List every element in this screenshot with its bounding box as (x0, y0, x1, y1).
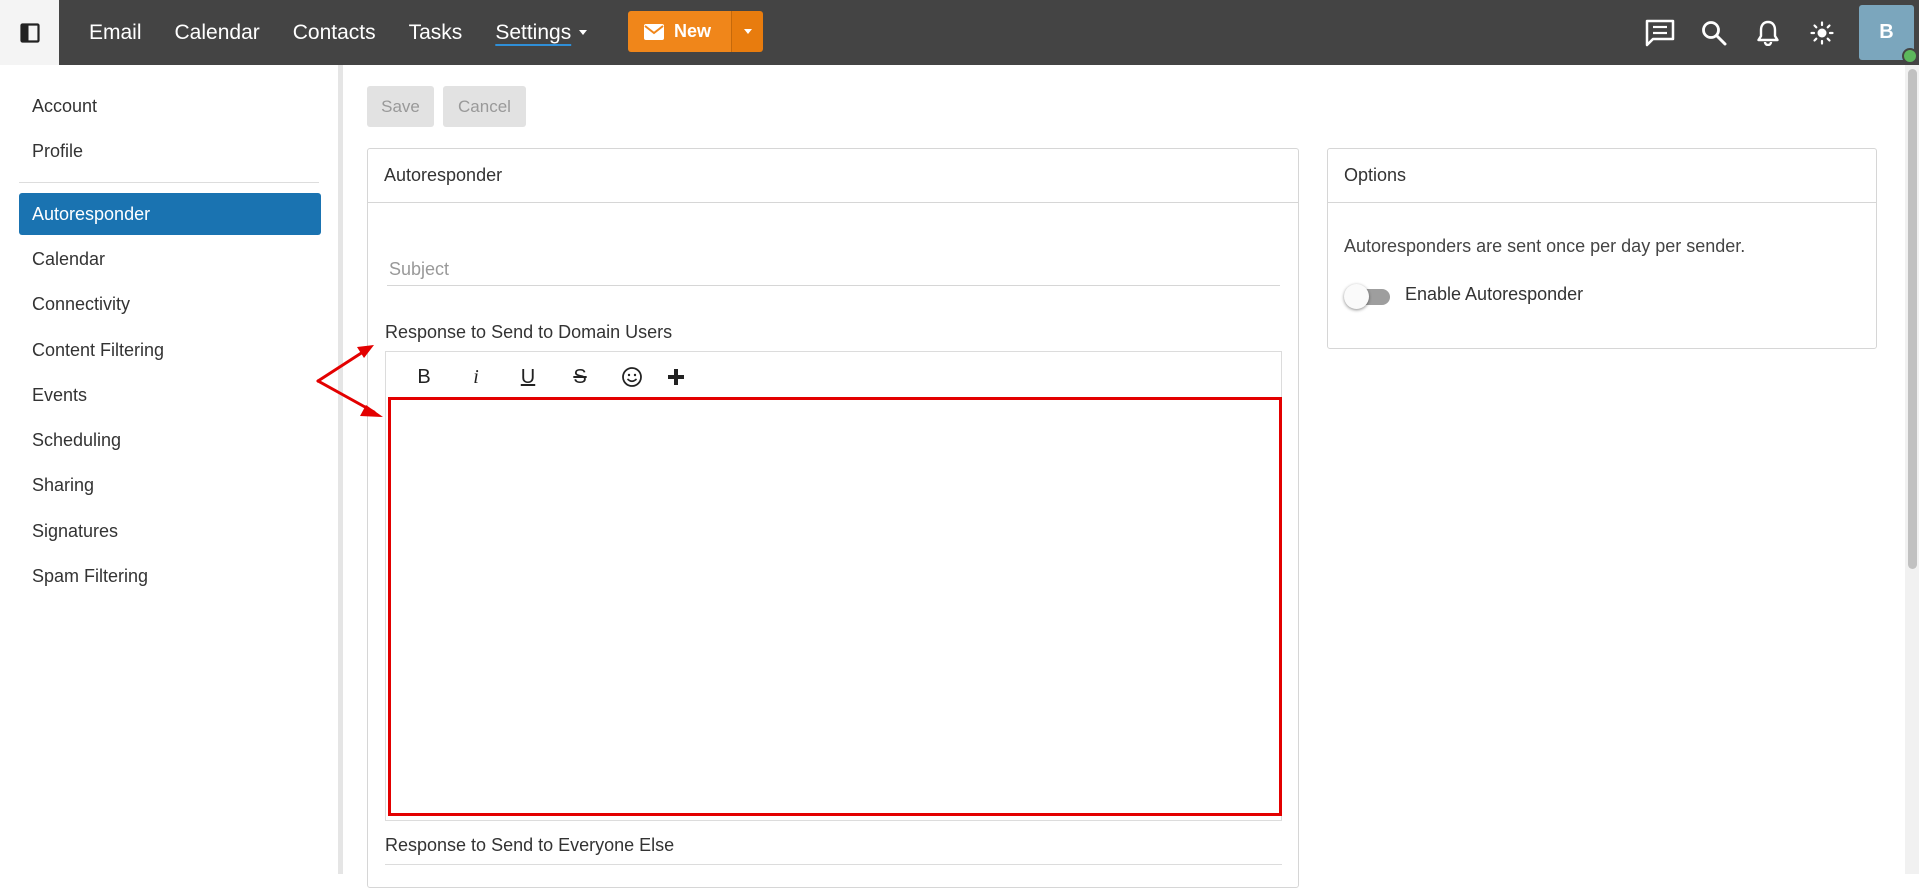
toggle-knob (1344, 284, 1369, 309)
nav-tasks[interactable]: Tasks (409, 21, 463, 45)
search-button[interactable] (1687, 0, 1741, 65)
nav-calendar[interactable]: Calendar (175, 21, 260, 45)
top-icons: B (1633, 0, 1919, 65)
italic-icon: i (473, 365, 479, 388)
italic-button[interactable]: i (450, 362, 502, 392)
user-avatar[interactable]: B (1859, 5, 1918, 64)
sidebar-item-signatures[interactable]: Signatures (32, 521, 118, 542)
new-button-label: New (674, 21, 712, 41)
nav-email[interactable]: Email (89, 21, 142, 45)
nav-settings[interactable]: Settings (495, 20, 588, 45)
envelope-icon (644, 23, 664, 40)
bold-button[interactable]: B (398, 362, 450, 392)
nav-settings-label: Settings (495, 20, 572, 44)
chat-icon (1645, 19, 1675, 46)
strikethrough-button[interactable]: S (554, 362, 606, 392)
scrollbar-thumb[interactable] (1908, 69, 1917, 569)
bell-icon (1757, 20, 1779, 46)
sidebar-item-sharing[interactable]: Sharing (32, 475, 94, 496)
enable-autoresponder-toggle[interactable] (1344, 283, 1392, 309)
autoresponder-panel-title: Autoresponder (368, 149, 1298, 203)
sidebar-item-account[interactable]: Account (32, 96, 97, 117)
sidebar-divider (338, 65, 343, 874)
options-panel-title: Options (1328, 149, 1876, 203)
sidebar-item-spam-filtering[interactable]: Spam Filtering (32, 566, 148, 587)
enable-autoresponder-label: Enable Autoresponder (1405, 284, 1584, 304)
avatar-initial: B (1879, 21, 1894, 43)
underline-button[interactable]: U (502, 362, 554, 392)
theme-toggle-button[interactable] (1795, 0, 1849, 65)
everyone-else-editor-frame[interactable] (385, 864, 1282, 884)
sidebar-item-scheduling[interactable]: Scheduling (32, 430, 121, 451)
plus-icon (668, 369, 684, 385)
underline-icon: U (520, 365, 536, 388)
settings-sidebar (0, 65, 338, 874)
search-icon (1702, 20, 1727, 45)
emoji-button[interactable] (606, 362, 658, 392)
caret-down-icon (743, 29, 752, 34)
more-options-button[interactable] (658, 362, 694, 392)
domain-users-response-editor[interactable] (388, 397, 1282, 816)
cancel-button[interactable]: Cancel (443, 86, 526, 127)
sidebar-item-calendar[interactable]: Calendar (32, 249, 105, 270)
strikethrough-icon: S (573, 365, 587, 388)
sidebar-item-connectivity[interactable]: Connectivity (32, 294, 130, 315)
everyone-else-response-label: Response to Send to Everyone Else (385, 835, 675, 855)
editor-toolbar: B i U S (398, 362, 694, 392)
bold-icon: B (417, 365, 431, 388)
main-nav: Email Calendar Contacts Tasks Settings (89, 0, 620, 65)
top-bar: Email Calendar Contacts Tasks Settings N… (0, 0, 1919, 65)
online-status-dot (1902, 48, 1918, 64)
new-button[interactable]: New (628, 11, 732, 52)
domain-users-response-label: Response to Send to Domain Users (385, 322, 673, 342)
new-button-group: New (628, 11, 764, 52)
chat-button[interactable] (1633, 0, 1687, 65)
sidebar-toggle-icon (19, 22, 40, 43)
options-note: Autoresponders are sent once per day per… (1344, 236, 1746, 256)
sidebar-item-autoresponder[interactable]: Autoresponder (19, 193, 321, 235)
caret-down-icon (579, 30, 588, 36)
notifications-button[interactable] (1741, 0, 1795, 65)
sidebar-separator (19, 182, 319, 183)
emoji-icon (622, 367, 642, 387)
new-dropdown-button[interactable] (731, 11, 764, 52)
sidebar-item-events[interactable]: Events (32, 385, 87, 406)
sidebar-item-label: Autoresponder (32, 203, 151, 224)
sun-icon (1810, 20, 1834, 45)
save-button[interactable]: Save (367, 86, 434, 127)
page-scrollbar[interactable] (1905, 65, 1919, 874)
sidebar-toggle-button[interactable] (0, 0, 59, 65)
sidebar-item-profile[interactable]: Profile (32, 141, 83, 162)
nav-contacts[interactable]: Contacts (293, 21, 376, 45)
subject-input[interactable]: Subject (387, 254, 1280, 286)
sidebar-item-content-filtering[interactable]: Content Filtering (32, 340, 164, 361)
